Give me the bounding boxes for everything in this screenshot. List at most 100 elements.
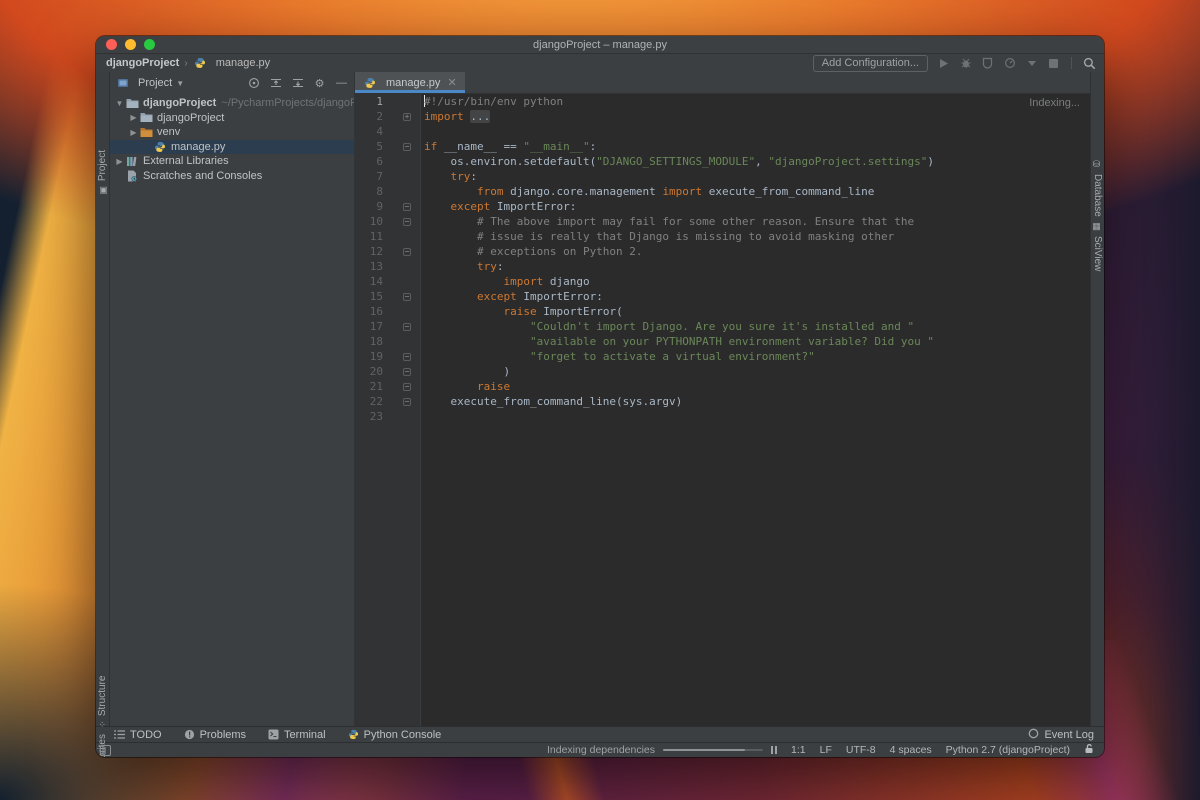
chevron-right-icon[interactable]: ▶ bbox=[128, 128, 139, 137]
code-line-10[interactable]: 10 − # The above import may fail for some… bbox=[355, 214, 1090, 229]
fold-collapse-icon[interactable]: − bbox=[403, 202, 411, 211]
fold-column: − bbox=[385, 319, 421, 334]
code-line-19[interactable]: 19 − "forget to activate a virtual enviro… bbox=[355, 349, 1090, 364]
stop-icon[interactable] bbox=[1047, 57, 1060, 70]
code-line-1[interactable]: 1 #!/usr/bin/env python bbox=[355, 94, 1090, 109]
code-line-2[interactable]: 2 + import ... bbox=[355, 109, 1090, 124]
tool-tab-todo[interactable]: TODO bbox=[114, 729, 162, 741]
fold-collapse-icon[interactable]: − bbox=[403, 247, 411, 256]
pycharm-window: djangoProject – manage.py djangoProject … bbox=[96, 36, 1104, 757]
code-line-11[interactable]: 11 # issue is really that Django is miss… bbox=[355, 229, 1090, 244]
interpreter-widget[interactable]: Python 2.7 (djangoProject) bbox=[946, 744, 1070, 756]
tool-tab-structure[interactable]: ⁘ Structure bbox=[97, 676, 108, 728]
chevron-right-icon[interactable]: ▶ bbox=[128, 113, 139, 122]
event-log-button[interactable]: Event Log bbox=[1028, 728, 1094, 742]
expand-all-icon[interactable] bbox=[269, 77, 282, 90]
line-number: 23 bbox=[369, 410, 383, 423]
code-line-15[interactable]: 15 − except ImportError: bbox=[355, 289, 1090, 304]
tool-tab-project[interactable]: ▣ Project bbox=[97, 150, 108, 195]
fold-collapse-icon[interactable]: − bbox=[403, 352, 411, 361]
locate-file-icon[interactable] bbox=[247, 77, 260, 90]
fold-collapse-icon[interactable]: − bbox=[403, 367, 411, 376]
tree-item-manage-py[interactable]: manage.py bbox=[110, 139, 354, 154]
fold-collapse-icon[interactable]: − bbox=[403, 397, 411, 406]
lock-icon[interactable] bbox=[1084, 743, 1094, 757]
tool-window-switcher-icon[interactable] bbox=[100, 744, 111, 756]
hide-panel-icon[interactable]: — bbox=[335, 77, 348, 90]
dropdown-icon[interactable] bbox=[1025, 57, 1038, 70]
tool-tab-terminal[interactable]: Terminal bbox=[268, 729, 326, 741]
tree-item-label: External Libraries bbox=[143, 155, 229, 168]
minimize-window-button[interactable] bbox=[125, 39, 136, 50]
tree-item-external-libraries[interactable]: ▶ External Libraries bbox=[110, 154, 354, 169]
search-icon[interactable] bbox=[1083, 57, 1096, 70]
code-line-17[interactable]: 17 − "Couldn't import Django. Are you sur… bbox=[355, 319, 1090, 334]
code-line-12[interactable]: 12 − # exceptions on Python 2. bbox=[355, 244, 1090, 259]
tree-item-djangoproject[interactable]: ▼ djangoProject ~/PycharmProjects/djangoPr… bbox=[110, 96, 354, 111]
progress-bar bbox=[663, 749, 764, 751]
code-line-4[interactable]: 4 bbox=[355, 124, 1090, 139]
code-line-5[interactable]: 5 − if __name__ == "__main__": bbox=[355, 139, 1090, 154]
code-text: "Couldn't import Django. Are you sure it… bbox=[529, 320, 915, 333]
collapse-all-icon[interactable] bbox=[291, 77, 304, 90]
fold-collapse-icon[interactable]: − bbox=[403, 142, 411, 151]
code-text: try: bbox=[450, 170, 478, 183]
editor-tab-manage-py[interactable]: manage.py ✕ bbox=[355, 72, 465, 93]
project-panel-title[interactable]: Project bbox=[138, 77, 172, 89]
code-line-13[interactable]: 13 try: bbox=[355, 259, 1090, 274]
code-line-9[interactable]: 9 − except ImportError: bbox=[355, 199, 1090, 214]
chevron-down-icon[interactable]: ▼ bbox=[114, 99, 125, 108]
tool-tab-database[interactable]: ⛁ Database bbox=[1092, 160, 1103, 217]
chevron-down-icon[interactable]: ▼ bbox=[176, 79, 184, 88]
code-line-14[interactable]: 14 import django bbox=[355, 274, 1090, 289]
add-configuration-button[interactable]: Add Configuration... bbox=[812, 54, 928, 72]
tool-tab-sciview[interactable]: ▦ SciView bbox=[1092, 222, 1103, 271]
line-number: 15 bbox=[369, 290, 383, 303]
tree-item-djangoproject[interactable]: ▶ djangoProject bbox=[110, 111, 354, 126]
code-text: except ImportError: bbox=[476, 290, 603, 303]
bottom-tool-bar: TODO Problems Terminal Python Console Event… bbox=[96, 726, 1104, 742]
run-icon[interactable] bbox=[937, 57, 950, 70]
pause-icon[interactable] bbox=[771, 746, 778, 754]
code-line-21[interactable]: 21 − raise bbox=[355, 379, 1090, 394]
tree-item-venv[interactable]: ▶ venv bbox=[110, 125, 354, 140]
profiler-icon[interactable] bbox=[1003, 57, 1016, 70]
tool-tab-python-console[interactable]: Python Console bbox=[348, 729, 441, 741]
close-window-button[interactable] bbox=[106, 39, 117, 50]
line-number: 1 bbox=[376, 95, 383, 108]
code-text: "forget to activate a virtual environmen… bbox=[529, 350, 815, 363]
toolbar-separator bbox=[1071, 57, 1072, 69]
coverage-icon[interactable] bbox=[981, 57, 994, 70]
zoom-window-button[interactable] bbox=[144, 39, 155, 50]
code-editor[interactable]: 1 #!/usr/bin/env python 2 + import ... 4 5 − if … bbox=[355, 94, 1090, 726]
line-separator-widget[interactable]: LF bbox=[820, 744, 832, 756]
fold-collapse-icon[interactable]: − bbox=[403, 382, 411, 391]
breadcrumb-file[interactable]: manage.py bbox=[216, 57, 270, 69]
code-line-7[interactable]: 7 try: bbox=[355, 169, 1090, 184]
close-tab-icon[interactable]: ✕ bbox=[447, 76, 456, 89]
debug-icon[interactable] bbox=[959, 57, 972, 70]
fold-collapse-icon[interactable]: − bbox=[403, 292, 411, 301]
fold-expand-icon[interactable]: + bbox=[403, 112, 411, 121]
caret-position-widget[interactable]: 1:1 bbox=[791, 744, 806, 756]
fold-column: − bbox=[385, 379, 421, 394]
code-line-6[interactable]: 6 os.environ.setdefault("DJANGO_SETTINGS… bbox=[355, 154, 1090, 169]
fold-collapse-icon[interactable]: − bbox=[403, 322, 411, 331]
code-line-16[interactable]: 16 raise ImportError( bbox=[355, 304, 1090, 319]
code-line-18[interactable]: 18 "available on your PYTHONPATH environ… bbox=[355, 334, 1090, 349]
code-line-22[interactable]: 22 − execute_from_command_line(sys.argv) bbox=[355, 394, 1090, 409]
chevron-right-icon[interactable]: ▶ bbox=[114, 157, 125, 166]
indent-widget[interactable]: 4 spaces bbox=[890, 744, 932, 756]
code-line-8[interactable]: 8 from django.core.management import exe… bbox=[355, 184, 1090, 199]
main-area: ▣ Project ⁘ Structure ★ Favorites Projec… bbox=[96, 72, 1104, 757]
gear-icon[interactable]: ⚙ bbox=[313, 77, 326, 90]
encoding-widget[interactable]: UTF-8 bbox=[846, 744, 876, 756]
code-line-20[interactable]: 20 − ) bbox=[355, 364, 1090, 379]
code-text: execute_from_command_line(sys.argv) bbox=[424, 395, 683, 408]
tree-item-scratches-and-consoles[interactable]: Scratches and Consoles bbox=[110, 169, 354, 184]
editor-tab-bar: manage.py ✕ bbox=[355, 72, 1090, 94]
tool-tab-problems[interactable]: Problems bbox=[184, 729, 246, 741]
fold-collapse-icon[interactable]: − bbox=[403, 217, 411, 226]
code-line-23[interactable]: 23 bbox=[355, 409, 1090, 424]
breadcrumb-project[interactable]: djangoProject bbox=[106, 57, 179, 69]
